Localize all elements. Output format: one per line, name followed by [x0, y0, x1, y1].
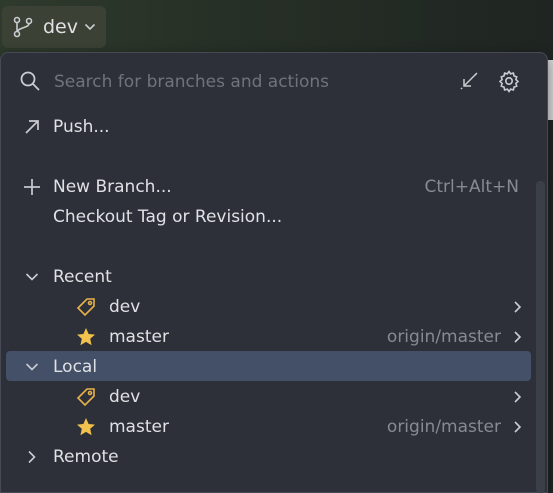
- tag-icon: [75, 386, 97, 408]
- chevron-down-icon: [21, 266, 43, 288]
- settings-gear-icon[interactable]: [497, 69, 521, 93]
- group-recent[interactable]: Recent: [1, 262, 549, 292]
- branch-item-local-dev[interactable]: dev: [1, 382, 549, 412]
- star-icon: [75, 416, 97, 438]
- star-icon: [75, 326, 97, 348]
- group-remote-label: Remote: [53, 447, 119, 467]
- chevron-right-icon: [511, 329, 525, 345]
- search-row: [1, 53, 547, 111]
- tag-icon: [75, 296, 97, 318]
- arrow-up-right-icon: [21, 116, 43, 138]
- chevron-right-icon: [511, 299, 525, 315]
- branch-name: dev: [109, 297, 141, 317]
- new-branch-shortcut: Ctrl+Alt+N: [424, 177, 519, 197]
- branch-selector-button[interactable]: dev: [2, 6, 106, 48]
- push-label: Push...: [53, 117, 110, 137]
- collapse-all-icon[interactable]: [458, 70, 480, 92]
- push-action[interactable]: Push...: [1, 112, 549, 142]
- current-branch-label: dev: [43, 16, 78, 38]
- checkout-tag-label: Checkout Tag or Revision...: [53, 207, 283, 227]
- chevron-right-icon: [511, 419, 525, 435]
- plus-icon: [21, 176, 43, 198]
- group-local[interactable]: Local: [1, 352, 549, 382]
- branch-item-recent-dev[interactable]: dev: [1, 292, 549, 322]
- group-local-label: Local: [53, 357, 98, 377]
- chevron-right-icon: [511, 389, 525, 405]
- branch-item-local-master[interactable]: master origin/master: [1, 412, 549, 442]
- tracking-branch-label: origin/master: [386, 327, 501, 347]
- new-branch-label: New Branch...: [53, 177, 172, 197]
- search-icon: [19, 70, 41, 92]
- group-recent-label: Recent: [53, 267, 112, 287]
- branches-popup: Push... New Branch... Ctrl+Alt+N Checkou…: [0, 52, 548, 493]
- branch-item-recent-master[interactable]: master origin/master: [1, 322, 549, 352]
- tracking-branch-label: origin/master: [386, 417, 501, 437]
- group-remote[interactable]: Remote: [1, 442, 549, 472]
- scrollbar[interactable]: [536, 181, 545, 493]
- branch-name: master: [109, 417, 169, 437]
- branch-name: dev: [109, 387, 141, 407]
- checkout-tag-action[interactable]: Checkout Tag or Revision...: [1, 202, 549, 232]
- chevron-down-icon: [21, 356, 43, 378]
- new-branch-action[interactable]: New Branch... Ctrl+Alt+N: [1, 172, 549, 202]
- branch-name: master: [109, 327, 169, 347]
- search-input[interactable]: [54, 67, 434, 97]
- chevron-right-icon: [21, 446, 43, 468]
- git-branch-icon: [12, 16, 34, 38]
- chevron-down-icon: [84, 22, 96, 32]
